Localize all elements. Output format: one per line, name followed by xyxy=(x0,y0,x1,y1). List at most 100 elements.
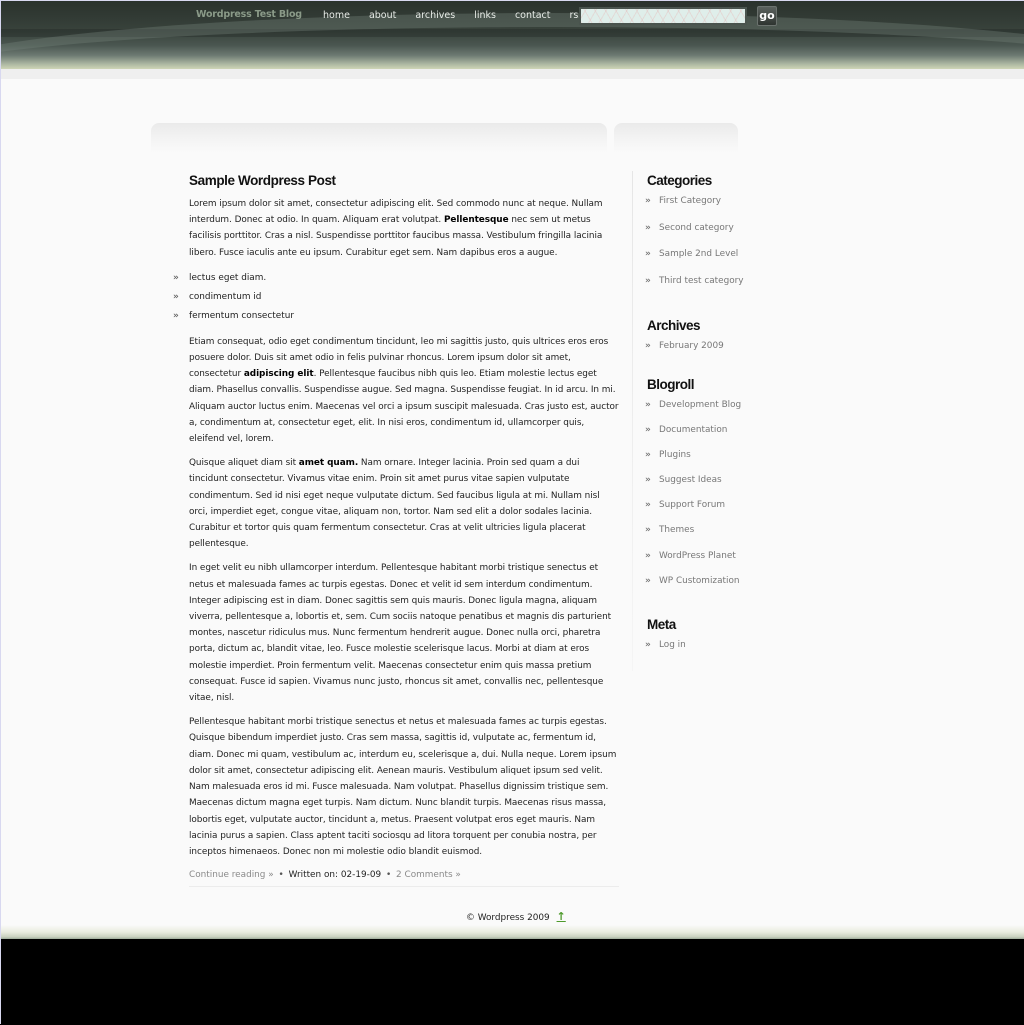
sidebar-item: » Themes xyxy=(645,525,767,550)
nav-about[interactable]: about xyxy=(369,10,396,21)
widget-title: Archives xyxy=(647,318,701,333)
bold-text: Pellentesque xyxy=(443,215,509,226)
post-paragraph-5: Pellentesque habitant morbi tristique se… xyxy=(189,717,617,857)
sidebar-item: » Sample 2nd Level xyxy=(645,249,767,276)
widget-title: Meta xyxy=(647,616,676,632)
widget-title: Blogroll xyxy=(647,377,695,392)
double-chevron-icon: » xyxy=(645,249,651,259)
list-item: » condimentum id xyxy=(173,288,619,307)
category-link[interactable]: Third test category xyxy=(659,276,744,286)
blogroll-link[interactable]: Plugins xyxy=(659,450,691,460)
double-chevron-icon: » xyxy=(645,575,651,586)
double-chevron-icon: » xyxy=(645,525,651,536)
list-item-text: lectus eget diam. xyxy=(189,272,267,283)
blogroll-link[interactable]: Support Forum xyxy=(659,500,725,510)
list-item: » fermentum consectetur xyxy=(173,307,619,326)
separator: • xyxy=(385,870,392,881)
category-link[interactable]: Sample 2nd Level xyxy=(659,249,738,259)
double-chevron-icon: » xyxy=(645,639,651,650)
category-link[interactable]: First Category xyxy=(659,196,721,206)
column-divider xyxy=(632,171,633,671)
comments-link[interactable]: 2 Comments » xyxy=(396,870,461,880)
post-paragraph-2: Etiam consequat, odio eget condimentum t… xyxy=(189,334,619,447)
sidebar-item: » Log in xyxy=(645,639,767,660)
list-item-text: condimentum id xyxy=(189,291,262,302)
post-date: Written on: 02-19-09 xyxy=(288,870,382,881)
nav-home[interactable]: home xyxy=(323,10,350,21)
copyright-text: © Wordpress 2009 xyxy=(466,913,550,923)
footer: © Wordpress 2009 ↑ xyxy=(466,910,566,923)
continue-reading-link[interactable]: Continue reading » xyxy=(189,870,274,880)
blog-title-link[interactable]: Wordpress Test Blog xyxy=(196,9,302,20)
sidebar-item: » Development Blog xyxy=(645,400,767,425)
text: Quisque aliquet diam sit xyxy=(189,458,299,469)
double-chevron-icon: » xyxy=(645,341,651,351)
widget-categories: Categories » First Category » Second categ… xyxy=(645,173,767,303)
content-top-tab xyxy=(151,123,607,153)
bold-text: adipiscing elit xyxy=(243,369,314,380)
post: Sample Wordpress Post Lorem ipsum dolor … xyxy=(173,173,619,888)
nav-links[interactable]: links xyxy=(474,10,496,21)
sidebar-top-tab xyxy=(614,123,738,153)
double-chevron-icon: » xyxy=(645,450,651,461)
sidebar-item: » Second category xyxy=(645,222,767,250)
blogroll-link[interactable]: Themes xyxy=(659,525,694,535)
post-meta: Continue reading » • Written on: 02-19-0… xyxy=(189,870,619,888)
sidebar-item: » WordPress Planet xyxy=(645,550,767,576)
double-chevron-icon: » xyxy=(645,196,651,206)
double-chevron-icon: » xyxy=(645,500,651,511)
widget-title: Categories xyxy=(647,173,712,188)
archive-link[interactable]: February 2009 xyxy=(659,341,724,351)
list-item: » lectus eget diam. xyxy=(173,269,619,288)
search-go-button[interactable]: go xyxy=(757,6,777,26)
blogroll-link[interactable]: Development Blog xyxy=(659,400,741,410)
page-bottom-decoration xyxy=(1,925,1024,939)
post-paragraph-1: Lorem ipsum dolor sit amet, consectetur … xyxy=(189,196,619,261)
sidebar-item: » Plugins xyxy=(645,450,767,475)
blogroll-link[interactable]: Suggest Ideas xyxy=(659,475,722,485)
double-chevron-icon: » xyxy=(645,550,651,561)
sidebar-item: » Documentation xyxy=(645,425,767,450)
sidebar-item: » February 2009 xyxy=(645,341,767,361)
double-chevron-icon: » xyxy=(645,425,651,436)
search-input[interactable] xyxy=(579,7,747,25)
bold-text: amet quam. xyxy=(298,458,359,469)
up-arrow-icon[interactable]: ↑ xyxy=(557,910,566,923)
separator: • xyxy=(278,870,284,881)
sidebar-item: » Suggest Ideas xyxy=(645,475,767,500)
nav-archives[interactable]: archives xyxy=(415,10,455,21)
header-swoosh xyxy=(1,13,1024,69)
sidebar: Categories » First Category » Second categ… xyxy=(645,173,767,676)
login-link[interactable]: Log in xyxy=(659,640,686,650)
post-list: » lectus eget diam. » condimentum id » ferm… xyxy=(173,269,619,326)
sidebar-item: » Support Forum xyxy=(645,500,767,525)
post-title[interactable]: Sample Wordpress Post xyxy=(189,173,619,188)
sidebar-item: » WP Customization xyxy=(645,575,767,601)
double-chevron-icon: » xyxy=(173,310,179,321)
main-nav: home about archives links contact rss xyxy=(323,10,602,21)
blogroll-link[interactable]: WordPress Planet xyxy=(659,551,736,561)
post-paragraph-4: In eget velit eu nibh ullamcorper interd… xyxy=(189,563,612,704)
blogroll-link[interactable]: WP Customization xyxy=(659,576,740,586)
category-link[interactable]: Second category xyxy=(659,223,734,233)
page-top-strip xyxy=(1,69,1024,79)
double-chevron-icon: » xyxy=(645,275,651,286)
post-paragraph-3: Quisque aliquet diam sit amet quam. Nam … xyxy=(189,455,619,552)
widget-archives: Archives » February 2009 xyxy=(645,318,767,361)
double-chevron-icon: » xyxy=(645,222,651,233)
sidebar-item: » Third test category xyxy=(645,275,767,303)
site-header: Wordpress Test Blog home about archives … xyxy=(1,1,1024,69)
widget-blogroll: Blogroll » Development Blog » Documentatio… xyxy=(645,377,767,601)
widget-meta: Meta » Log in xyxy=(645,616,767,660)
list-item-text: fermentum consectetur xyxy=(189,310,294,321)
page-bottom-black xyxy=(1,939,1024,1025)
nav-contact[interactable]: contact xyxy=(515,10,551,21)
text: Nam ornare. Integer lacinia. Proin sed q… xyxy=(189,458,600,550)
sidebar-item: » First Category xyxy=(645,196,767,223)
double-chevron-icon: » xyxy=(173,291,179,302)
blogroll-link[interactable]: Documentation xyxy=(659,425,727,435)
double-chevron-icon: » xyxy=(645,400,651,410)
text: . Pellentesque faucibus nibh quis leo. E… xyxy=(189,369,619,445)
double-chevron-icon: » xyxy=(645,475,651,486)
double-chevron-icon: » xyxy=(173,272,179,283)
